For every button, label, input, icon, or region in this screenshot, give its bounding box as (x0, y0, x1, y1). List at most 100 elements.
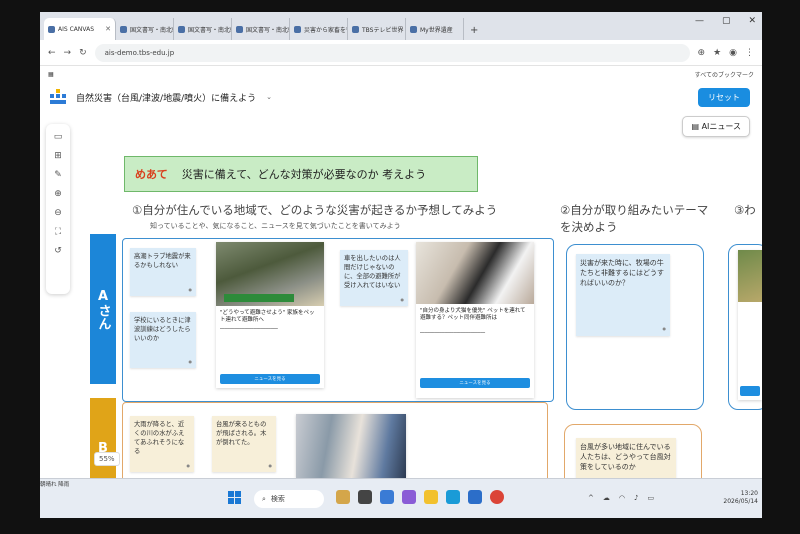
sticky-note[interactable]: 車を出したいのは人間だけじゃないのに、全部の避難所が受け入れてはいない ● (340, 250, 408, 306)
tab-item[interactable]: 国文書写・南北朝 (116, 18, 174, 40)
news-card[interactable]: "自分の身より犬猫を優先" ペットを連れて避難する？ペット同伴避難所は ━━━━… (416, 242, 534, 398)
favicon-icon (178, 25, 185, 33)
favicon-icon (352, 25, 359, 33)
minimize-icon[interactable]: — (695, 16, 704, 26)
chat-icon[interactable] (380, 490, 394, 504)
sticky-note[interactable]: 台風が来るとものが飛ばされる。木が倒れてた。 ● (212, 416, 276, 472)
news-description: ━━━━━━━━━━━━━━━━━━━━━━━━ (220, 326, 278, 331)
goal-label: めあて (135, 168, 168, 181)
news-card-partial[interactable] (738, 250, 762, 400)
window-controls: — ▢ ✕ (695, 16, 756, 26)
tab-item[interactable]: My世界遺産 (406, 18, 464, 40)
tab-item[interactable]: 災害から家畜を守る (290, 18, 348, 40)
store-icon[interactable] (468, 490, 482, 504)
weather-widget[interactable]: 朝晴れ 降雨 (40, 482, 69, 489)
pen-icon[interactable]: ✎ (54, 170, 62, 180)
history-icon[interactable]: ↺ (54, 246, 62, 256)
view-news-button[interactable]: ニュースを見る (220, 374, 320, 384)
maximize-icon[interactable]: ▢ (722, 16, 731, 26)
view-news-button[interactable]: ニュースを見る (420, 378, 530, 388)
search-icon: ⌕ (262, 494, 266, 503)
news-icon: ▤ (691, 122, 702, 131)
news-thumbnail (738, 250, 762, 302)
volume-icon[interactable]: ♪ (634, 494, 638, 502)
task-view-icon[interactable] (358, 490, 372, 504)
sticky-note[interactable]: 災害が来た時に、牧場の牛たちと非難するにはどうすればいいのか？ ● (576, 254, 670, 336)
chrome-icon[interactable] (490, 490, 504, 504)
edge-icon[interactable] (446, 490, 460, 504)
forward-icon[interactable]: → (64, 48, 72, 58)
tab-item[interactable]: TBSテレビ世界 (348, 18, 406, 40)
reset-button[interactable]: リセット (698, 88, 750, 107)
file-explorer-icon[interactable] (424, 490, 438, 504)
news-thumbnail (296, 414, 406, 478)
zoom-icon[interactable]: ⊕ (698, 48, 706, 58)
sticky-note[interactable]: 大雨が降ると、近くの川の水がふえてあふれそうになる ● (130, 416, 194, 472)
close-icon[interactable]: ✕ (105, 25, 111, 33)
system-tray-icons: ^ ☁ ◠ ♪ ▭ (588, 494, 654, 502)
url-input[interactable]: ais-demo.tbs-edu.jp (94, 43, 690, 62)
author-tag: ● (188, 359, 193, 364)
wifi-icon[interactable]: ◠ (619, 494, 625, 502)
sticky-note[interactable]: 高潮トラブ地震が来るかもしれない ● (130, 248, 196, 296)
tab-item[interactable]: 国文書写・南北朝 (232, 18, 290, 40)
news-description: ━━━━━━━━━━━━━━━━━━━━━━━━━━━ (420, 330, 486, 335)
new-tab-button[interactable]: + (464, 25, 484, 40)
image-add-icon[interactable]: ⊞ (54, 151, 62, 161)
favicon-icon (120, 25, 127, 33)
fit-icon[interactable]: ⛶ (55, 227, 61, 237)
news-card[interactable]: "どうやって避難させよう" 家族をペット連れて避難所へ ━━━━━━━━━━━━… (216, 242, 324, 388)
all-bookmarks[interactable]: すべてのブックマーク (695, 70, 754, 79)
taskbar-search[interactable]: ⌕ 検索 (254, 490, 324, 508)
browser-tab-strip: AIS CANVAS ✕ 国文書写・南北朝 国文書写・南北朝 国文書写・南北朝 災… (40, 12, 762, 40)
windows-start-icon[interactable] (228, 491, 242, 505)
author-tag: ● (188, 287, 193, 292)
page-icon[interactable]: ▭ (54, 132, 63, 142)
cloud-icon[interactable]: ☁ (603, 494, 610, 502)
tab-ais-canvas[interactable]: AIS CANVAS ✕ (44, 18, 116, 40)
tab-item[interactable]: 国文書写・南北朝 (174, 18, 232, 40)
chevron-up-icon[interactable]: ^ (588, 494, 594, 502)
author-tag: ● (268, 463, 273, 468)
address-bar-row: ← → ↻ ais-demo.tbs-edu.jp ⊕ ★ ◉ ⋮ (40, 40, 762, 66)
apps-icon[interactable]: ▦ (48, 71, 54, 78)
screen: AIS CANVAS ✕ 国文書写・南北朝 国文書写・南北朝 国文書写・南北朝 災… (40, 12, 762, 518)
close-window-icon[interactable]: ✕ (748, 16, 756, 26)
menu-icon[interactable]: ⋮ (745, 48, 754, 58)
clock[interactable]: 13:20 2026/05/14 (723, 490, 758, 506)
ainews-button[interactable]: ▤ AIニュース (682, 116, 750, 137)
copilot-icon[interactable] (402, 490, 416, 504)
zoom-level[interactable]: 55% (94, 452, 120, 466)
section-heading-3: ③わ (734, 203, 756, 217)
profile-icon[interactable]: ◉ (729, 48, 737, 58)
reload-icon[interactable]: ↻ (79, 48, 87, 58)
star-icon[interactable]: ★ (713, 48, 721, 58)
zoom-out-icon[interactable]: ⊖ (54, 208, 62, 218)
news-thumbnail (216, 242, 324, 306)
sticky-note[interactable]: 学校にいるときに津波訓練はどうしたらいいのか ● (130, 312, 196, 368)
widget-app-icon[interactable] (336, 490, 350, 504)
row-label-a: Aさん (90, 234, 116, 384)
favicon-icon (294, 25, 301, 33)
author-tag: ● (662, 326, 667, 331)
author-tag: ● (400, 297, 405, 302)
view-news-button[interactable] (740, 386, 760, 396)
news-card[interactable] (296, 414, 406, 478)
goal-text: 災害に備えて、どんな対策が必要なのか 考えよう (181, 168, 427, 181)
goal-banner: めあて 災害に備えて、どんな対策が必要なのか 考えよう (124, 156, 478, 192)
section-heading-2: ②自分が取り組みたいテーマを決めよう (560, 203, 709, 234)
news-caption: "どうやって避難させよう" 家族をペット連れて避難所へ (220, 310, 315, 323)
battery-icon[interactable]: ▭ (647, 494, 654, 502)
globe-icon (410, 25, 417, 33)
section-heading-1: ①自分が住んでいる地域で、どのような災害が起きるか予想してみよう (132, 203, 498, 217)
zoom-in-icon[interactable]: ⊕ (54, 189, 62, 199)
bookmarks-bar: ▦ すべてのブックマーク (40, 66, 762, 82)
back-icon[interactable]: ← (48, 48, 56, 58)
left-toolbar: ▭ ⊞ ✎ ⊕ ⊖ ⛶ ↺ (46, 124, 70, 294)
taskbar-apps (336, 490, 504, 504)
chevron-down-icon[interactable]: ⌄ (266, 93, 272, 101)
page-title[interactable]: 自然災害（台風/津波/地震/噴火）に備えよう (76, 91, 256, 104)
favicon-icon (48, 25, 55, 33)
app-logo-icon (50, 89, 66, 105)
favicon-icon (236, 25, 243, 33)
